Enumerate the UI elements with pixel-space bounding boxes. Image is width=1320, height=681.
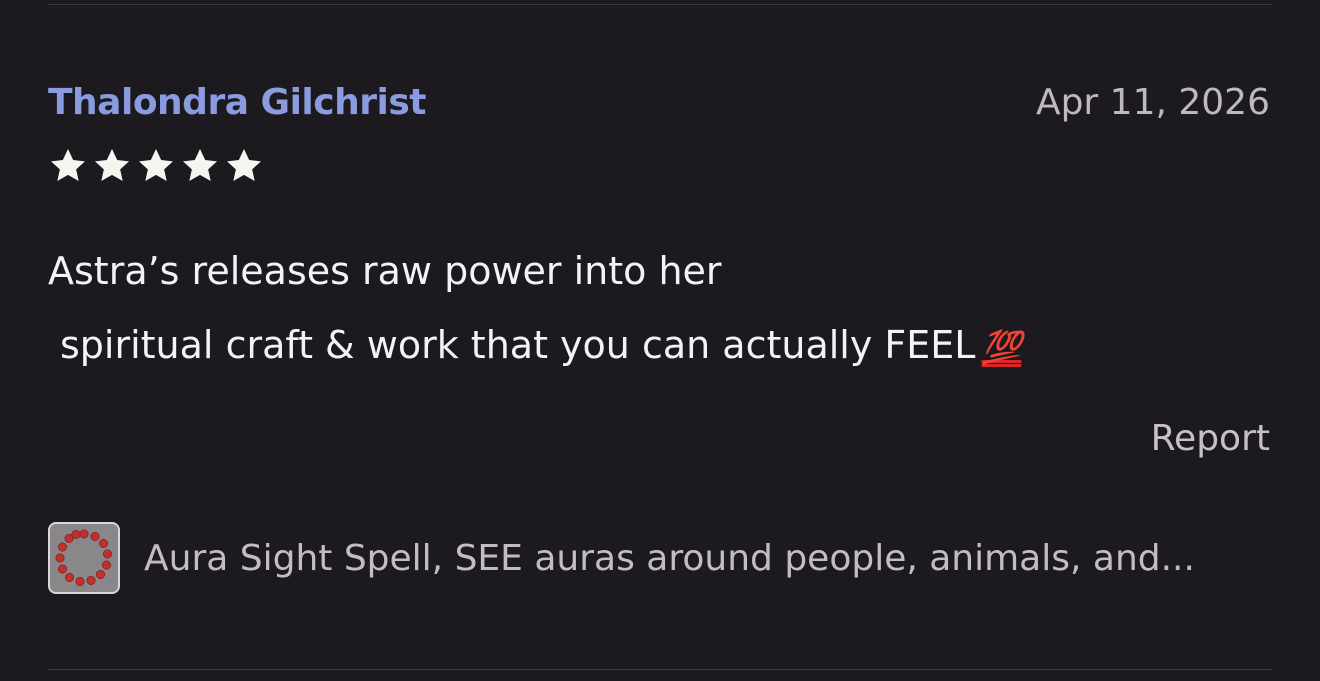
- star-icon: [183, 149, 217, 181]
- star-icon: [139, 149, 173, 181]
- star-icon: [227, 149, 261, 181]
- reviewed-product-link[interactable]: Aura Sight Spell, SEE auras around peopl…: [48, 522, 1195, 594]
- hundred-points-icon: 💯: [981, 328, 1022, 366]
- review-text-line: Astra’s releases raw power into her: [48, 249, 722, 293]
- product-thumbnail: [48, 522, 120, 594]
- red-bead-bracelet-icon: [50, 524, 118, 592]
- review-text-line-content: spiritual craft & work that you can actu…: [60, 323, 976, 367]
- review-text-line: spiritual craft & work that you can actu…: [48, 308, 1228, 384]
- top-divider: [48, 4, 1272, 5]
- product-title: Aura Sight Spell, SEE auras around peopl…: [144, 537, 1195, 579]
- bottom-divider: [48, 669, 1272, 670]
- star-icon: [51, 149, 85, 181]
- review-text: Astra’s releases raw power into her spir…: [48, 234, 1228, 384]
- reviewer-name[interactable]: Thalondra Gilchrist: [48, 82, 426, 123]
- report-link[interactable]: Report: [1151, 418, 1270, 459]
- review-card: Thalondra Gilchrist Apr 11, 2026 Astra’s…: [0, 0, 1320, 681]
- star-rating: [48, 146, 264, 186]
- review-date: Apr 11, 2026: [1035, 82, 1270, 123]
- star-icon: [95, 149, 129, 181]
